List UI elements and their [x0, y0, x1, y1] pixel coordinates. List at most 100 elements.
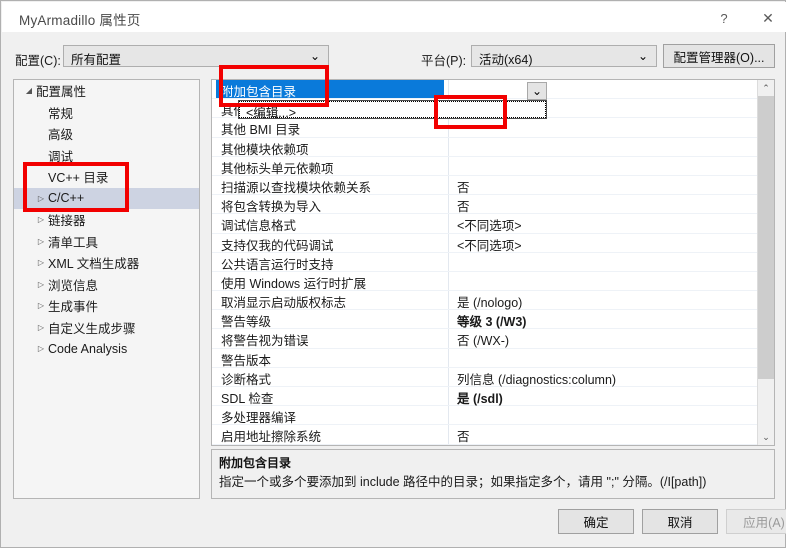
column-splitter[interactable]	[448, 406, 449, 425]
tree-item-3[interactable]: 调试	[14, 145, 199, 167]
column-splitter[interactable]	[448, 137, 449, 156]
tree-item-label: 配置属性	[36, 85, 87, 100]
property-tree[interactable]: ◢ 配置属性 常规 高级 调试 VC++ 目录 ▷ C/C++ ▷ 链接器 ▷ 清单工具 ▷ XML 文档…	[13, 79, 200, 499]
property-value[interactable]: 等级 3 (/W3)	[457, 311, 526, 330]
property-row[interactable]: 将包含转换为导入 否	[212, 195, 758, 215]
property-row[interactable]: 诊断格式 列信息 (/diagnostics:column)	[212, 367, 758, 388]
property-value[interactable]: 是 (/sdl)	[457, 388, 503, 407]
property-row[interactable]: 附加包含目录	[212, 80, 758, 100]
tree-item-1[interactable]: 常规	[14, 102, 199, 124]
tree-item-label: Code Analysis	[48, 341, 128, 356]
column-splitter[interactable]	[448, 425, 449, 444]
help-icon[interactable]: ?	[702, 3, 746, 33]
tree-item-10[interactable]: ▷ 生成事件	[14, 295, 199, 317]
platform-label: 平台(P):	[421, 54, 467, 68]
column-splitter[interactable]	[448, 291, 449, 310]
property-row[interactable]: 其他标头单元依赖项	[212, 156, 758, 176]
property-row[interactable]: 取消显示启动版权标志 是 (/nologo)	[212, 291, 758, 311]
property-row[interactable]: 扫描源以查找模块依赖关系 否	[212, 175, 758, 196]
property-row[interactable]: 调试信息格式 <不同选项>	[212, 214, 758, 234]
tree-item-label: 浏览信息	[48, 278, 99, 293]
property-row[interactable]: 警告等级 等级 3 (/W3)	[212, 310, 758, 330]
close-icon[interactable]: ✕	[746, 3, 786, 33]
scroll-up-icon[interactable]: ⌃	[758, 80, 774, 96]
platform-dropdown[interactable]: 活动(x64) ⌄	[471, 45, 657, 67]
tree-item-label: VC++ 目录	[48, 171, 109, 186]
property-value[interactable]: <不同选项>	[457, 215, 522, 234]
column-splitter[interactable]	[448, 348, 449, 367]
property-value[interactable]: 否 (/WX-)	[457, 330, 509, 349]
property-row[interactable]: 其他模块依赖项	[212, 137, 758, 157]
property-value[interactable]: 列信息 (/diagnostics:column)	[457, 369, 616, 388]
twisty-collapsed-icon: ▷	[37, 322, 45, 332]
configuration-value: 所有配置	[71, 53, 122, 67]
tree-item-0[interactable]: ◢ 配置属性	[14, 80, 199, 102]
property-row[interactable]: 使用 Windows 运行时扩展	[212, 271, 758, 292]
property-row[interactable]: 警告版本	[212, 348, 758, 368]
property-name: 取消显示启动版权标志	[221, 296, 347, 311]
property-name: SDL 检查	[221, 392, 274, 406]
editor-value: <编辑...>	[246, 106, 297, 120]
column-splitter[interactable]	[448, 271, 449, 291]
property-name: 启用地址擦除系统	[221, 430, 322, 445]
tree-item-4[interactable]: VC++ 目录	[14, 166, 199, 188]
tree-item-12[interactable]: ▷ Code Analysis	[14, 338, 199, 360]
tree-item-label: 调试	[48, 149, 74, 164]
property-row[interactable]: 支持仅我的代码调试 <不同选项>	[212, 233, 758, 254]
property-row[interactable]: 其他 BMI 目录	[212, 118, 758, 138]
twisty-collapsed-icon: ▷	[37, 258, 45, 268]
property-row[interactable]: SDL 检查 是 (/sdl)	[212, 387, 758, 407]
column-splitter[interactable]	[448, 80, 449, 99]
tree-item-2[interactable]: 高级	[14, 123, 199, 145]
tree-item-5[interactable]: ▷ C/C++	[14, 187, 199, 209]
property-value[interactable]: 否	[457, 196, 470, 215]
tree-item-8[interactable]: ▷ XML 文档生成器	[14, 252, 199, 274]
row-dropdown-button[interactable]: ⌄	[527, 82, 547, 100]
column-splitter[interactable]	[448, 329, 449, 348]
property-value[interactable]: 否	[457, 177, 470, 196]
column-splitter[interactable]	[448, 252, 449, 271]
cancel-button[interactable]: 取消	[642, 509, 718, 534]
twisty-collapsed-icon: ▷	[37, 279, 45, 289]
tree-item-11[interactable]: ▷ 自定义生成步骤	[14, 317, 199, 339]
property-name: 扫描源以查找模块依赖关系	[221, 180, 372, 195]
column-splitter[interactable]	[448, 214, 449, 233]
property-grid-rows: 附加包含目录其他 #using 指令<编辑...>其他 BMI 目录其他模块依赖…	[212, 80, 758, 445]
property-name: 警告版本	[221, 353, 272, 368]
column-splitter[interactable]	[448, 118, 449, 137]
column-splitter[interactable]	[448, 310, 449, 329]
configuration-dropdown[interactable]: 所有配置 ⌄	[63, 45, 329, 67]
column-splitter[interactable]	[448, 387, 449, 406]
column-splitter[interactable]	[448, 233, 449, 252]
configuration-manager-button[interactable]: 配置管理器(O)...	[663, 44, 775, 68]
property-row[interactable]: 将警告视为错误 否 (/WX-)	[212, 329, 758, 349]
tree-item-6[interactable]: ▷ 链接器	[14, 209, 199, 231]
property-grid[interactable]: 附加包含目录其他 #using 指令<编辑...>其他 BMI 目录其他模块依赖…	[211, 79, 775, 446]
property-value[interactable]: <不同选项>	[457, 235, 522, 254]
property-value[interactable]: 是 (/nologo)	[457, 292, 522, 311]
column-splitter[interactable]	[448, 175, 449, 195]
scrollbar-thumb[interactable]	[758, 96, 774, 379]
property-row[interactable]: 启用地址擦除系统 否	[212, 425, 758, 445]
apply-button[interactable]: 应用(A)	[726, 509, 786, 534]
tree-item-9[interactable]: ▷ 浏览信息	[14, 274, 199, 296]
tree-item-label: 生成事件	[48, 300, 99, 315]
property-row[interactable]: 公共语言运行时支持	[212, 252, 758, 272]
ok-button[interactable]: 确定	[558, 509, 634, 534]
property-name: 警告等级	[221, 315, 272, 330]
tree-item-7[interactable]: ▷ 清单工具	[14, 231, 199, 253]
property-row[interactable]: 多处理器编译	[212, 406, 758, 426]
platform-value: 活动(x64)	[479, 53, 533, 67]
property-name: 多处理器编译	[221, 411, 297, 426]
property-grid-scrollbar[interactable]: ⌃ ⌄	[757, 80, 774, 445]
tree-item-label: XML 文档生成器	[48, 257, 140, 272]
property-name: 将包含转换为导入	[221, 200, 322, 215]
column-splitter[interactable]	[448, 195, 449, 214]
property-value[interactable]: 否	[457, 426, 470, 445]
scroll-down-icon[interactable]: ⌄	[758, 429, 774, 445]
title-bar: MyArmadillo 属性页 ? ✕	[2, 2, 786, 32]
column-splitter[interactable]	[448, 367, 449, 386]
configuration-label: 配置(C):	[15, 54, 61, 68]
column-splitter[interactable]	[448, 156, 449, 175]
additional-include-directories-editor[interactable]: <编辑...>	[238, 100, 547, 120]
